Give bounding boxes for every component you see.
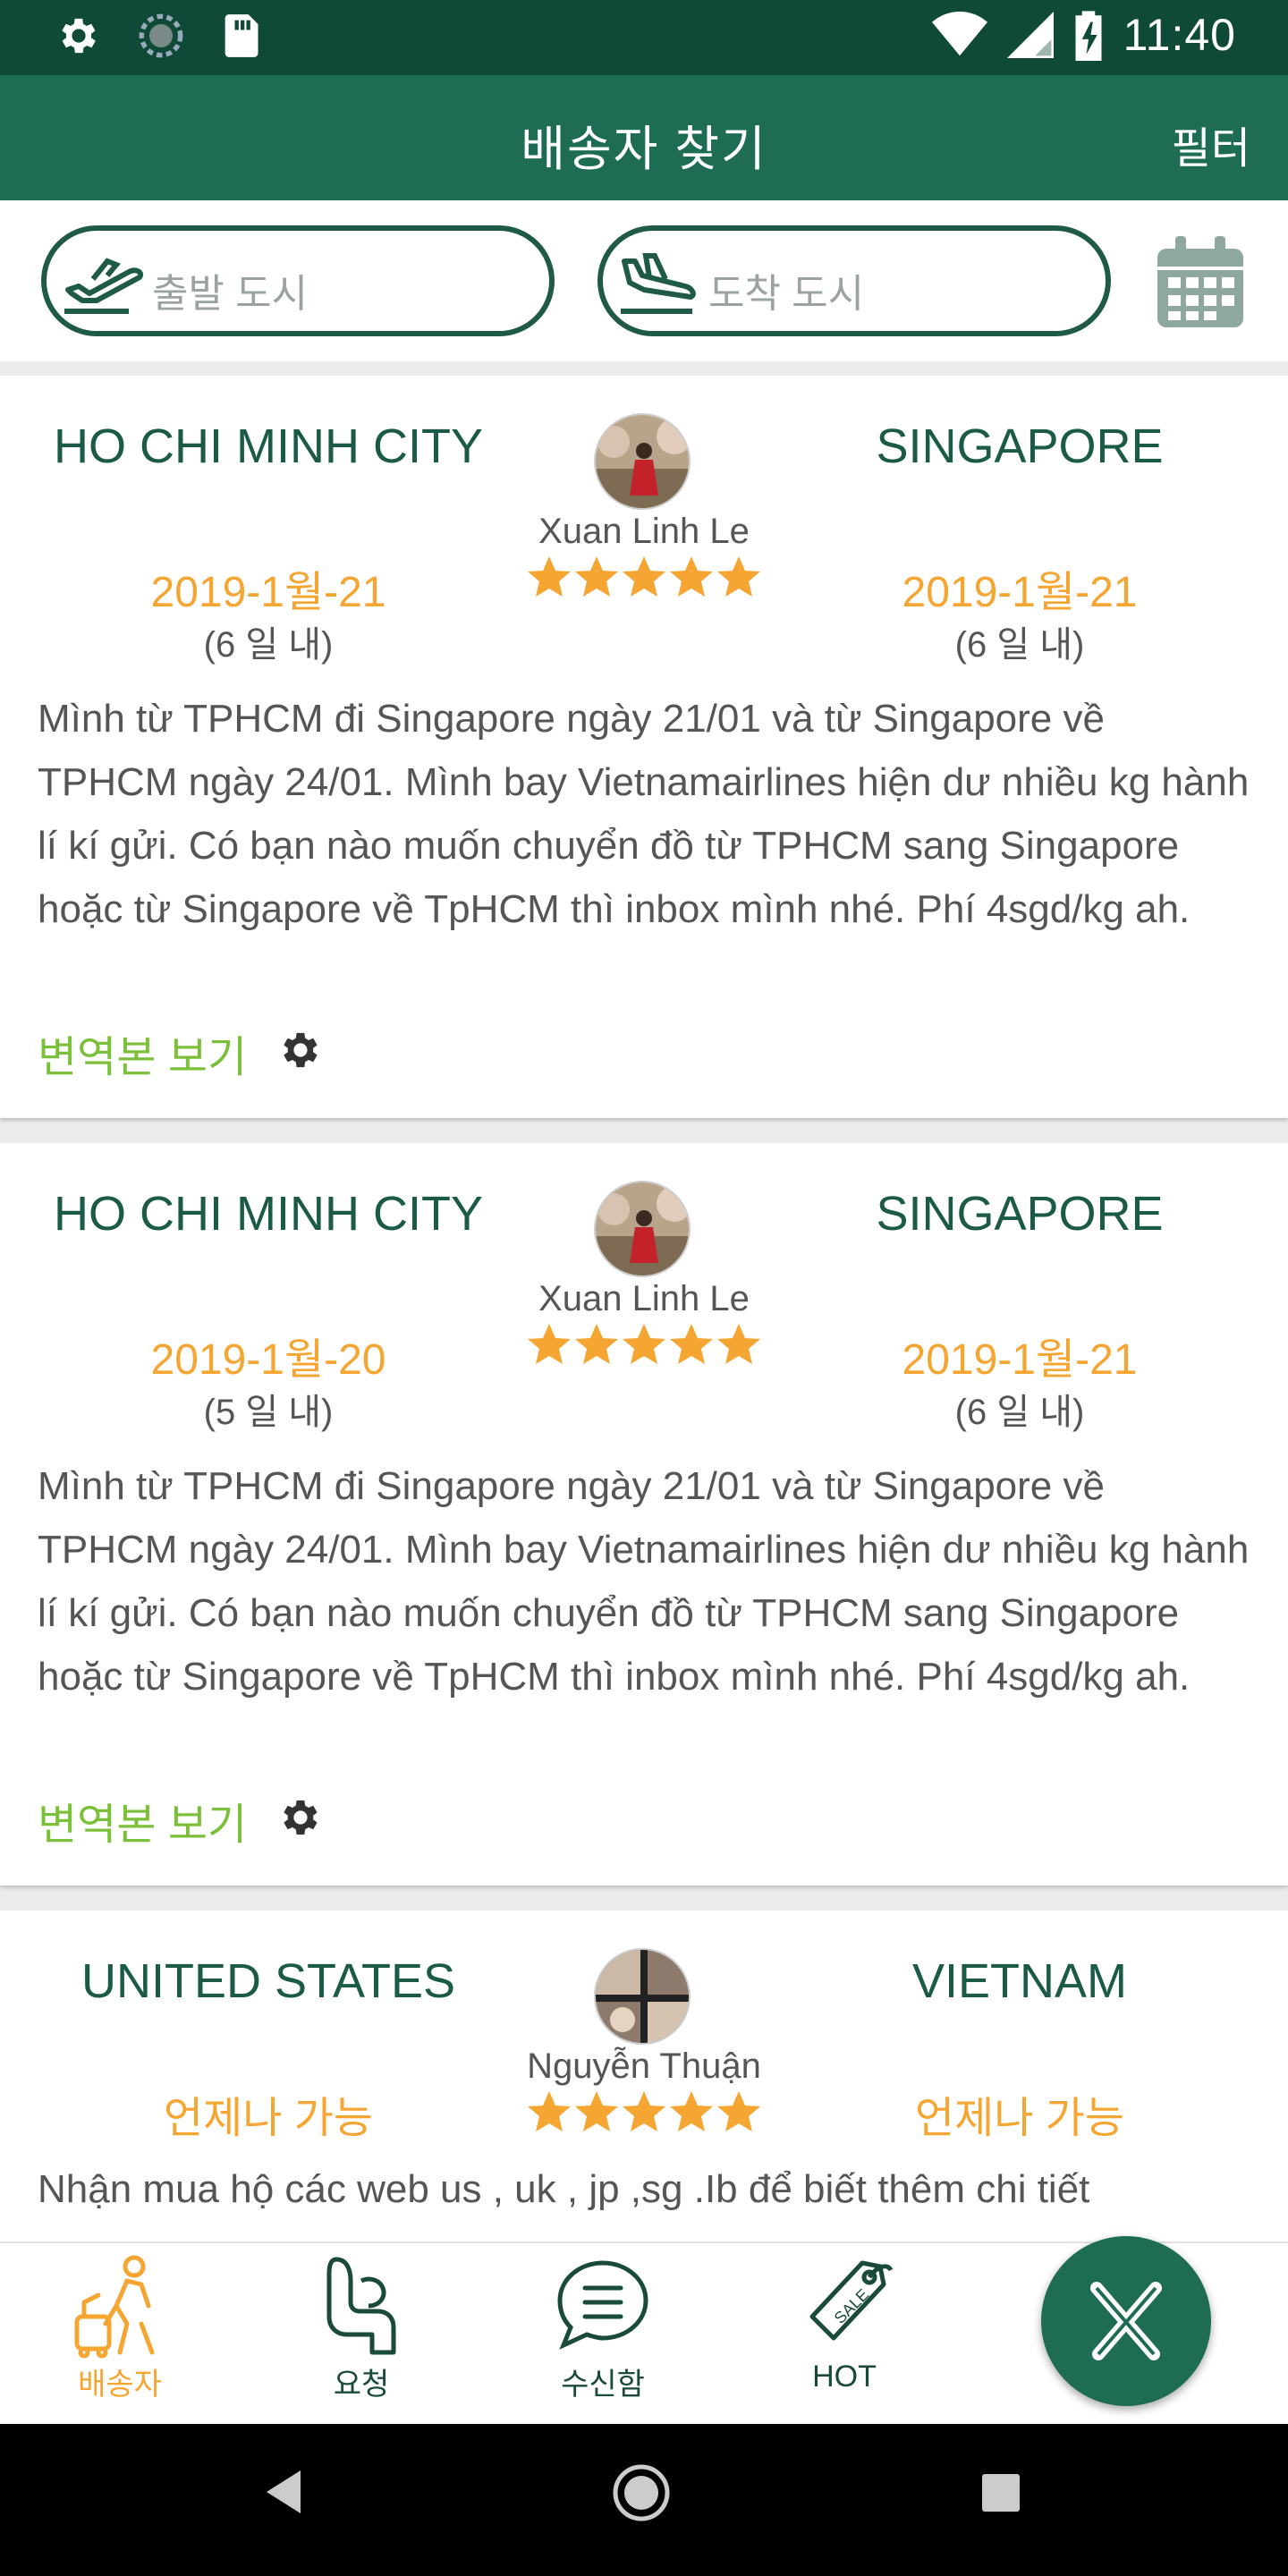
star-icon <box>717 556 760 597</box>
recents-icon[interactable] <box>980 2472 1021 2513</box>
battery-charging-icon <box>1075 11 1102 61</box>
star-icon <box>575 556 618 597</box>
status-bar: 11:40 <box>0 0 1288 75</box>
star-icon <box>717 1324 760 1364</box>
listing-card[interactable]: HO CHI MINH CITY Xuan Linh Le SINGAPORE … <box>0 376 1288 1118</box>
star-icon <box>575 2091 618 2131</box>
request-seat-icon <box>326 2257 396 2355</box>
departure-date: 2019-1월-21 <box>150 569 386 616</box>
listing-description: Nhận mua hộ các web us , uk , jp ,sg .Ib… <box>38 2167 1090 2211</box>
inbox-chat-icon <box>557 2260 648 2350</box>
listing-description: Mình từ TPHCM đi Singapore ngày 21/01 và… <box>38 1464 1250 1699</box>
rating-stars <box>528 556 760 597</box>
star-icon <box>528 2091 571 2131</box>
nav-label: 수신함 <box>561 2368 645 2402</box>
departure-city: HO CHI MINH CITY <box>54 419 483 473</box>
sale-tag-icon: SALE <box>809 2260 894 2341</box>
sender-name: Xuan Linh Le <box>538 1279 750 1318</box>
sd-card-icon <box>225 14 258 57</box>
avatar[interactable] <box>594 413 691 510</box>
sync-icon <box>139 13 183 58</box>
nav-tab-travelers[interactable]: 배송자 <box>30 2252 209 2422</box>
filter-button[interactable]: 필터 <box>1172 113 1250 175</box>
nav-label: 배송자 <box>78 2368 162 2402</box>
listing-card[interactable]: UNITED STATES Nguyễn Thuận VIETNAM 언제나 가… <box>0 1911 1288 2268</box>
app-logo-x-icon <box>1090 2282 1162 2360</box>
sender-name: Xuan Linh Le <box>538 512 750 551</box>
star-icon <box>670 1324 713 1364</box>
star-icon <box>528 556 571 597</box>
star-icon <box>670 2091 713 2131</box>
traveler-icon <box>74 2255 155 2359</box>
sender-name: Nguyễn Thuận <box>527 2046 761 2086</box>
nav-tab-inbox[interactable]: 수신함 <box>513 2252 692 2422</box>
arrival-date: 언제나 가능 <box>914 2095 1125 2142</box>
app-logo-fab-button[interactable] <box>1041 2236 1211 2406</box>
app-bar: 배송자 찾기 필터 <box>0 75 1288 200</box>
arrival-date: 2019-1월-21 <box>902 569 1138 616</box>
arrival-city: VIETNAM <box>911 1954 1128 2008</box>
star-icon <box>670 556 713 597</box>
star-icon <box>623 556 665 597</box>
departure-city-placeholder: 출발 도시 <box>152 272 309 316</box>
arrival-date: 2019-1월-21 <box>902 1336 1138 1384</box>
arrival-city-placeholder: 도착 도시 <box>708 272 865 316</box>
calendar-icon[interactable] <box>1154 234 1247 331</box>
rating-stars <box>528 1324 760 1364</box>
arrival-city: SINGAPORE <box>876 1187 1164 1241</box>
arrival-city: SINGAPORE <box>876 419 1164 473</box>
system-navigation-bar <box>0 2424 1288 2576</box>
settings-icon <box>62 18 96 54</box>
plane-landing-icon <box>621 253 696 314</box>
listing-card[interactable]: HO CHI MINH CITY Xuan Linh Le SINGAPORE … <box>0 1143 1288 1885</box>
gear-icon[interactable] <box>275 1794 322 1841</box>
plane-takeoff-icon <box>64 258 143 314</box>
clock-time: 11:40 <box>1123 10 1236 60</box>
status-right-icons: 11:40 <box>931 9 1236 61</box>
departure-city: UNITED STATES <box>80 1954 456 2008</box>
arrival-city-input[interactable]: 도착 도시 <box>597 225 1111 336</box>
view-translation-link[interactable]: 변역본 보기 <box>38 1021 247 1084</box>
star-icon <box>717 2091 760 2131</box>
status-left-icons <box>55 13 261 59</box>
rating-stars <box>528 2091 760 2131</box>
search-row: 출발 도시 도착 도시 <box>0 200 1288 361</box>
nav-label: HOT <box>812 2360 877 2394</box>
gear-icon[interactable] <box>275 1027 322 1073</box>
page-title: 배송자 찾기 <box>521 123 767 176</box>
wifi-icon <box>931 12 987 56</box>
avatar[interactable] <box>594 1181 691 1277</box>
departure-within: (5 일 내) <box>203 1393 334 1432</box>
departure-city: HO CHI MINH CITY <box>54 1187 483 1241</box>
back-icon[interactable] <box>265 2469 304 2515</box>
home-icon[interactable] <box>612 2463 671 2522</box>
star-icon <box>623 2091 665 2131</box>
star-icon <box>623 1324 665 1364</box>
arrival-within: (6 일 내) <box>954 625 1085 665</box>
listing-description: Mình từ TPHCM đi Singapore ngày 21/01 và… <box>38 697 1250 931</box>
departure-date: 2019-1월-20 <box>150 1336 386 1384</box>
nav-tab-requests[interactable]: 요청 <box>272 2252 451 2422</box>
star-icon <box>528 1324 571 1364</box>
nav-label: 요청 <box>333 2368 390 2402</box>
avatar[interactable] <box>594 1948 691 2045</box>
signal-icon <box>1006 12 1054 58</box>
nav-tab-hot[interactable]: SALE HOT <box>755 2252 934 2422</box>
star-icon <box>575 1324 618 1364</box>
departure-city-input[interactable]: 출발 도시 <box>41 225 555 336</box>
view-translation-link[interactable]: 변역본 보기 <box>38 1789 247 1852</box>
departure-within: (6 일 내) <box>203 625 334 665</box>
arrival-within: (6 일 내) <box>954 1393 1085 1432</box>
departure-date: 언제나 가능 <box>163 2095 374 2142</box>
